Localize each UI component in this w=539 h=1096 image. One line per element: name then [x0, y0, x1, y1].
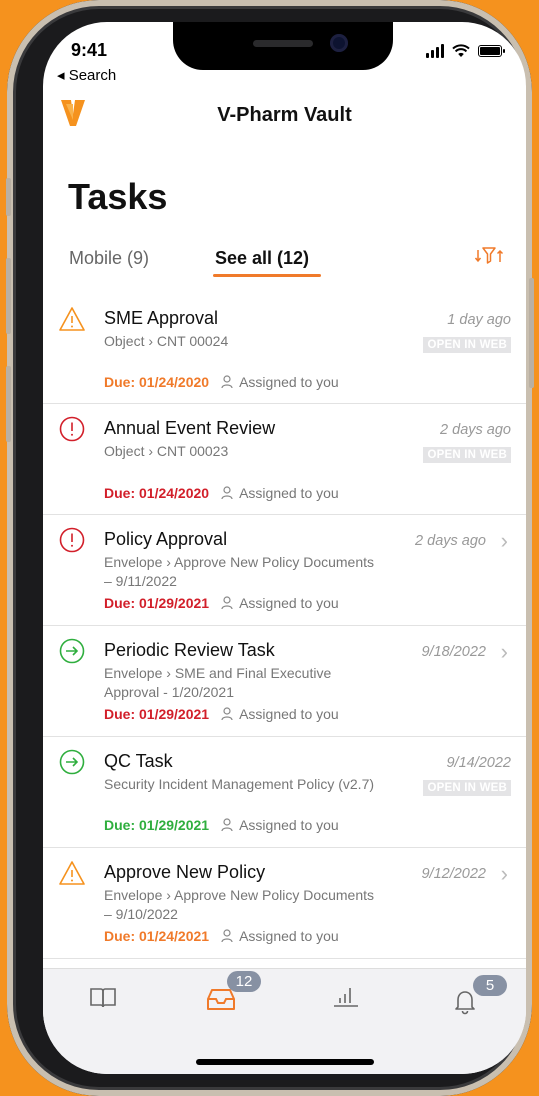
person-icon	[221, 596, 233, 610]
power-button	[529, 278, 534, 388]
task-name: Annual Event Review	[104, 418, 276, 438]
person-icon	[221, 375, 233, 389]
filter-sort-icon[interactable]	[474, 245, 505, 272]
back-to-search-link[interactable]: ◂ Search	[57, 66, 116, 84]
speaker-grill	[253, 40, 313, 47]
mute-switch	[6, 178, 11, 216]
task-name: Policy Approval	[104, 529, 228, 549]
inbox-count-badge: 12	[227, 971, 261, 992]
task-path: Envelope › Approve New Policy Documents …	[104, 554, 375, 589]
alert-circle-icon	[59, 527, 85, 553]
warning-icon	[59, 861, 85, 885]
notch	[173, 22, 393, 70]
due-date: Due: 01/29/2021	[104, 595, 210, 611]
task-row[interactable]: QC Task Security Incident Management Pol…	[43, 737, 526, 848]
open-in-web-button[interactable]: OPEN IN WEB	[423, 780, 511, 796]
status-icons	[426, 44, 505, 58]
task-meta: Due: 01/24/2020 Assigned to you	[104, 485, 339, 501]
task-name: SME Approval	[104, 308, 219, 328]
task-row[interactable]: Periodic Review Task Envelope › SME and …	[43, 626, 526, 737]
assignee-label: Assigned to you	[239, 485, 339, 501]
assignee: Assigned to you	[221, 706, 339, 722]
camera-icon	[330, 34, 348, 52]
person-icon	[221, 818, 233, 832]
person-icon	[221, 929, 233, 943]
task-meta: Due: 01/29/2021 Assigned to you	[104, 595, 339, 611]
person-icon	[221, 486, 233, 500]
battery-icon	[478, 45, 505, 57]
warning-icon	[59, 307, 85, 331]
arrow-circle-icon	[59, 638, 85, 664]
task-name: QC Task	[104, 751, 173, 771]
signal-icon	[426, 44, 444, 58]
app-title: V-Pharm Vault	[217, 104, 352, 126]
wifi-icon	[452, 44, 470, 57]
person-icon	[221, 707, 233, 721]
tab-see-all[interactable]: See all (12)	[215, 248, 309, 269]
task-meta: Due: 01/29/2021 Assigned to you	[104, 706, 339, 722]
assignee-label: Assigned to you	[239, 595, 339, 611]
arrow-circle-icon	[59, 749, 85, 775]
open-in-web-button[interactable]: OPEN IN WEB	[423, 447, 511, 463]
task-name: Periodic Review Task	[104, 640, 275, 660]
task-list: SME Approval Object › CNT 00024 1 day ag…	[43, 294, 526, 959]
task-path: Security Incident Management Policy (v2.…	[104, 776, 375, 792]
due-date: Due: 01/29/2021	[104, 817, 210, 833]
chevron-right-icon: ›	[500, 528, 508, 553]
task-path: Envelope › Approve New Policy Documents …	[104, 887, 375, 922]
due-date: Due: 01/29/2021	[104, 706, 210, 722]
due-date: Due: 01/24/2020	[104, 374, 210, 390]
task-time: 9/14/2022	[446, 755, 511, 771]
assignee: Assigned to you	[221, 485, 339, 501]
notification-count-badge: 5	[473, 975, 507, 996]
volume-up-button	[6, 258, 11, 334]
assignee: Assigned to you	[221, 374, 339, 390]
screen: 9:41 ◂ Search V-Pharm Vault Tasks Mobile…	[43, 22, 526, 1074]
task-time: 2 days ago	[415, 533, 486, 549]
due-date: Due: 01/24/2020	[104, 485, 210, 501]
task-row[interactable]: Policy Approval Envelope › Approve New P…	[43, 515, 526, 626]
task-meta: Due: 01/29/2021 Assigned to you	[104, 817, 339, 833]
bell-icon[interactable]	[454, 989, 476, 1015]
bar-chart-icon[interactable]	[332, 985, 360, 1007]
page-title: Tasks	[68, 176, 168, 217]
home-indicator	[196, 1059, 374, 1065]
assignee-label: Assigned to you	[239, 817, 339, 833]
task-path: Object › CNT 00023	[104, 443, 229, 459]
task-time: 2 days ago	[440, 422, 511, 438]
chevron-right-icon: ›	[500, 861, 508, 886]
active-tab-indicator	[213, 274, 321, 277]
task-meta: Due: 01/24/2021 Assigned to you	[104, 928, 339, 944]
due-date: Due: 01/24/2021	[104, 928, 210, 944]
phone-frame: 9:41 ◂ Search V-Pharm Vault Tasks Mobile…	[6, 0, 534, 1096]
assignee-label: Assigned to you	[239, 928, 339, 944]
task-path: Object › CNT 00024	[104, 333, 229, 349]
task-time: 1 day ago	[447, 312, 511, 328]
open-in-web-button[interactable]: OPEN IN WEB	[423, 337, 511, 353]
task-path: Envelope › SME and Final Executive Appro…	[104, 665, 332, 700]
status-time: 9:41	[71, 40, 108, 60]
assignee: Assigned to you	[221, 595, 339, 611]
task-name: Approve New Policy	[104, 862, 266, 882]
volume-down-button	[6, 366, 11, 442]
assignee: Assigned to you	[221, 817, 339, 833]
task-row[interactable]: Approve New Policy Envelope › Approve Ne…	[43, 848, 526, 959]
task-time: 9/18/2022	[421, 644, 486, 660]
bottom-tab-bar: 12 5	[43, 968, 526, 1074]
assignee-label: Assigned to you	[239, 706, 339, 722]
assignee-label: Assigned to you	[239, 374, 339, 390]
task-time: 9/12/2022	[421, 866, 486, 882]
task-meta: Due: 01/24/2020 Assigned to you	[104, 374, 339, 390]
chevron-right-icon: ›	[500, 639, 508, 664]
assignee: Assigned to you	[221, 928, 339, 944]
tab-mobile[interactable]: Mobile (9)	[69, 248, 149, 269]
task-row[interactable]: Annual Event Review Object › CNT 00023 2…	[43, 404, 526, 515]
task-row[interactable]: SME Approval Object › CNT 00024 1 day ag…	[43, 294, 526, 404]
alert-circle-icon	[59, 416, 85, 442]
library-book-icon[interactable]	[89, 985, 117, 1009]
